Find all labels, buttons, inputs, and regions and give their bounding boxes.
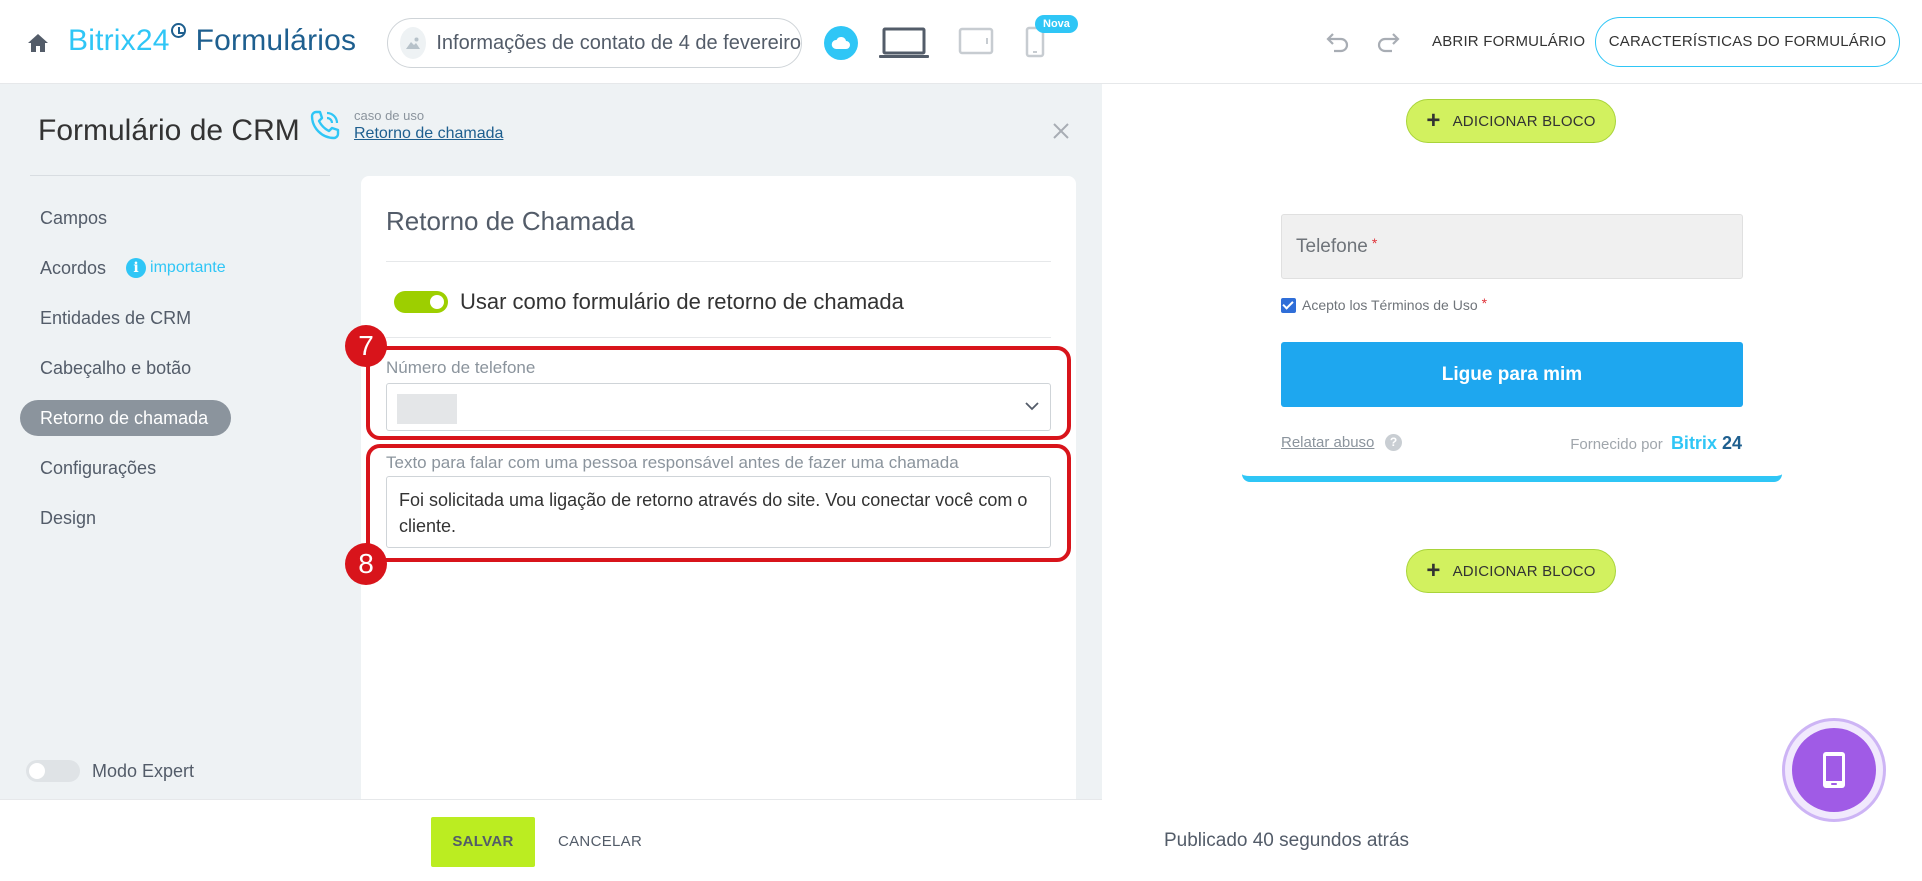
plus-icon: +: [1426, 107, 1441, 134]
step-marker-7: 7: [345, 325, 387, 367]
sidebar-item-label: Design: [40, 508, 97, 528]
mobile-preview-button[interactable]: [1782, 718, 1886, 822]
help-icon[interactable]: ?: [1385, 434, 1402, 451]
save-button[interactable]: SALVAR: [431, 817, 535, 867]
published-status: Publicado 40 segundos atrás: [1164, 830, 1410, 851]
sidebar-item-label: Configurações: [40, 458, 157, 478]
sidebar-item-cabecalho-botao[interactable]: Cabeçalho e botão: [20, 350, 350, 386]
callback-toggle[interactable]: [394, 291, 448, 313]
terms-row: Acepto los Términos de Uso *: [1281, 295, 1488, 313]
form-name-selector[interactable]: Informações de contato de 4 de fevereiro: [387, 18, 802, 68]
info-icon: i: [126, 258, 147, 278]
callback-text-label: Texto para falar com uma pessoa responsá…: [386, 453, 959, 472]
phone-placeholder: Telefone: [1296, 236, 1368, 257]
expert-mode-label: Modo Expert: [92, 760, 195, 781]
phone-number-value: [397, 394, 457, 424]
logo-number: 24: [1721, 433, 1742, 453]
sidebar-item-label: Cabeçalho e botão: [40, 358, 192, 378]
expert-mode: Modo Expert: [26, 760, 194, 782]
redo-icon[interactable]: [1375, 30, 1401, 54]
brand-product: Formulários: [195, 24, 357, 57]
sidebar-item-label: Retorno de chamada: [40, 408, 209, 428]
required-mark: *: [1481, 295, 1488, 311]
report-abuse-link[interactable]: Relatar abuso: [1281, 434, 1374, 451]
add-block-label: ADICIONAR BLOCO: [1452, 112, 1596, 130]
sidebar-item-entidades-crm[interactable]: Entidades de CRM: [20, 300, 350, 336]
logo-text: Bitrix: [1670, 433, 1717, 453]
callback-toggle-label: Usar como formulário de retorno de chama…: [460, 289, 904, 314]
sidebar-item-acordos[interactable]: Acordos i importante: [20, 250, 350, 286]
sidebar-item-campos[interactable]: Campos: [20, 200, 350, 236]
add-block-label: ADICIONAR BLOCO: [1452, 562, 1596, 580]
expert-mode-toggle[interactable]: [26, 760, 80, 782]
form-name: Informações de contato de 4 de fevereiro: [436, 31, 801, 54]
use-case-label: caso de uso: [354, 108, 425, 123]
terms-label: Acepto los Términos de Uso: [1302, 297, 1478, 313]
form-thumbnail-icon: [400, 27, 427, 59]
open-form-link[interactable]: ABRIR FORMULÁRIO: [1432, 33, 1585, 50]
callback-toggle-row: Usar como formulário de retorno de chama…: [394, 289, 904, 315]
plus-icon: +: [1426, 557, 1441, 584]
sidebar-item-retorno-chamada[interactable]: Retorno de chamada: [20, 400, 231, 436]
form-features-button[interactable]: CARACTERÍSTICAS DO FORMULÁRIO: [1595, 17, 1900, 67]
callback-settings-card: Retorno de Chamada Usar como formulário …: [361, 176, 1076, 799]
brand-logo: Bitrix24 Formulários: [68, 22, 357, 58]
phone-number-label: Número de telefone: [386, 358, 536, 377]
smartphone-icon: [1823, 752, 1845, 788]
bottom-action-bar: SALVAR CANCELAR: [0, 799, 1102, 881]
preview-phone-input[interactable]: Telefone *: [1281, 214, 1743, 279]
top-bar: Bitrix24 Formulários Informações de conta…: [0, 0, 1922, 84]
divider: [30, 175, 330, 176]
callback-text-input[interactable]: Foi solicitada uma ligação de retorno at…: [386, 476, 1051, 548]
sidebar-item-configuracoes[interactable]: Configurações: [20, 450, 350, 486]
use-case-link[interactable]: Retorno de chamada: [354, 125, 503, 143]
new-badge: Nova: [1035, 15, 1078, 33]
powered-by-label: Fornecido por: [1570, 436, 1663, 453]
sidebar-nav: Campos Acordos i importante Entidades de…: [20, 200, 350, 550]
brand-name: Bitrix24: [68, 24, 170, 57]
form-preview-area: + ADICIONAR BLOCO Telefone * Acepto los T…: [1102, 84, 1922, 881]
phone-call-icon: [310, 110, 340, 140]
sidebar-item-label: Campos: [40, 208, 108, 228]
home-icon[interactable]: [27, 33, 49, 53]
sidebar-item-design[interactable]: Design: [20, 500, 350, 536]
powered-by: Fornecido por Bitrix 24: [1570, 433, 1742, 454]
sidebar-item-label: Entidades de CRM: [40, 308, 192, 328]
tablet-view-icon[interactable]: [958, 26, 994, 56]
desktop-view-icon[interactable]: [878, 26, 930, 60]
close-icon[interactable]: [1052, 122, 1070, 140]
add-block-button-bottom[interactable]: + ADICIONAR BLOCO: [1406, 549, 1616, 593]
add-block-button-top[interactable]: + ADICIONAR BLOCO: [1406, 99, 1616, 143]
form-preview-edge: [1242, 474, 1782, 482]
sidebar-item-label: Acordos: [40, 258, 107, 278]
cancel-button[interactable]: CANCELAR: [558, 833, 642, 850]
phone-number-select[interactable]: [386, 383, 1051, 431]
divider: [386, 261, 1051, 262]
settings-panel: Formulário de CRM caso de uso Retorno de…: [0, 84, 1102, 799]
step-marker-8: 8: [345, 543, 387, 585]
clock-icon: [170, 22, 186, 38]
mobile-preview-inner: [1792, 728, 1876, 812]
bitrix24-logo[interactable]: Bitrix 24: [1671, 433, 1742, 453]
terms-checkbox[interactable]: [1281, 297, 1296, 313]
important-hint[interactable]: importante: [150, 250, 226, 286]
chevron-down-icon: [1025, 402, 1039, 411]
undo-icon[interactable]: [1325, 30, 1351, 54]
cloud-icon[interactable]: [824, 26, 858, 60]
card-title: Retorno de Chamada: [386, 206, 635, 236]
divider: [386, 337, 1051, 338]
call-me-button[interactable]: Ligue para mim: [1281, 342, 1743, 407]
required-mark: *: [1371, 235, 1378, 251]
panel-title: Formulário de CRM: [38, 114, 300, 147]
